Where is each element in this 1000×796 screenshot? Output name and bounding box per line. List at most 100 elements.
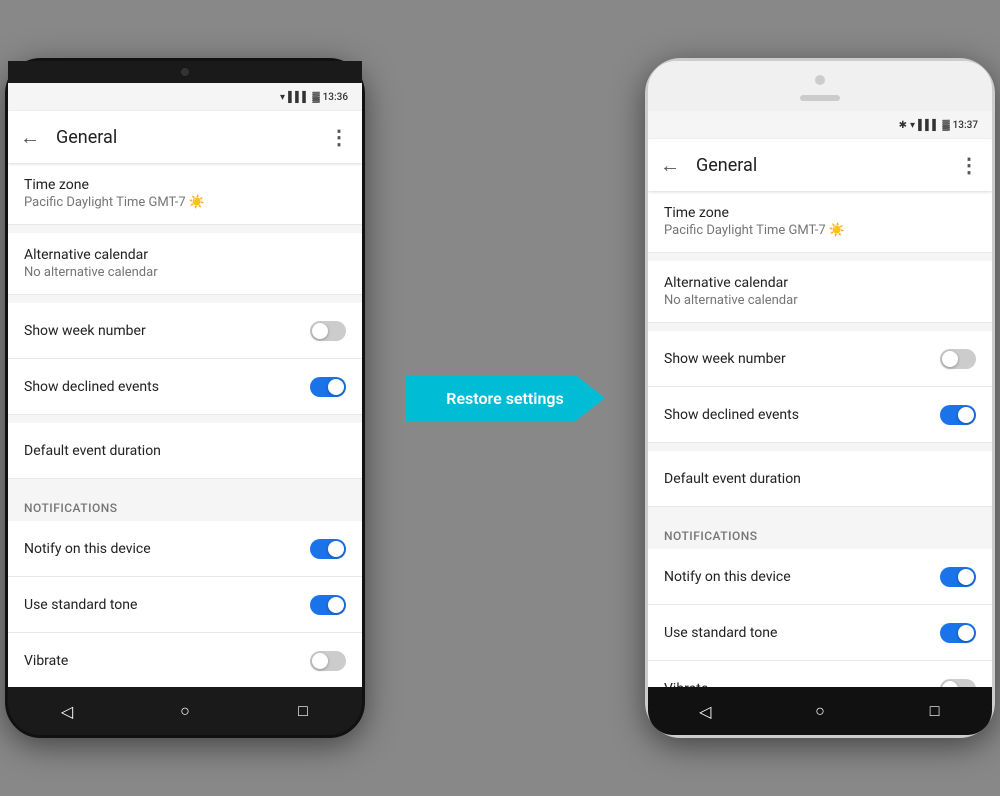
- standard-tone-label-2: Use standard tone: [664, 625, 777, 641]
- show-declined-thumb-2: [958, 407, 974, 423]
- alt-calendar-value-2: No alternative calendar: [664, 293, 798, 308]
- standard-tone-thumb-1: [328, 597, 344, 613]
- vibrate-thumb-1: [312, 653, 328, 669]
- vibrate-item-1[interactable]: Vibrate: [8, 633, 362, 687]
- show-week-label-1: Show week number: [24, 323, 146, 339]
- notify-device-toggle-2[interactable]: [940, 567, 976, 587]
- show-declined-toggle-1[interactable]: [310, 377, 346, 397]
- show-week-thumb-1: [312, 323, 328, 339]
- notify-device-item-2[interactable]: Notify on this device: [648, 549, 992, 605]
- time-2: 13:37: [953, 120, 978, 131]
- standard-tone-item-1[interactable]: Use standard tone: [8, 577, 362, 633]
- standard-tone-toggle-1[interactable]: [310, 595, 346, 615]
- default-event-item-1[interactable]: Default event duration: [8, 423, 362, 479]
- vibrate-item-2[interactable]: Vibrate: [648, 661, 992, 687]
- battery-icon-1: ▓: [312, 92, 319, 103]
- show-week-label-2: Show week number: [664, 351, 786, 367]
- nav-back-2[interactable]: ◁: [693, 699, 717, 723]
- show-declined-item-1[interactable]: Show declined events: [8, 359, 362, 415]
- page-title-2: General: [696, 155, 943, 176]
- nav-back-1[interactable]: ◁: [55, 699, 79, 723]
- time-zone-label-1: Time zone: [24, 177, 205, 193]
- alt-calendar-value-1: No alternative calendar: [24, 265, 158, 280]
- time-zone-text-1: Time zone Pacific Daylight Time GMT-7 ☀️: [24, 177, 205, 210]
- divider-1a: [8, 225, 362, 233]
- show-declined-item-2[interactable]: Show declined events: [648, 387, 992, 443]
- bottom-nav-2: ◁ ○ □: [648, 687, 992, 735]
- notify-device-label-1: Notify on this device: [24, 541, 151, 557]
- show-week-item-1[interactable]: Show week number: [8, 303, 362, 359]
- vibrate-label-1: Vibrate: [24, 653, 68, 669]
- standard-tone-thumb-2: [958, 625, 974, 641]
- status-bar-2: ✱ ▾ ▌▌▌ ▓ 13:37: [648, 111, 992, 139]
- nav-recent-1[interactable]: □: [291, 699, 315, 723]
- show-declined-label-2: Show declined events: [664, 407, 799, 423]
- default-event-label-1: Default event duration: [24, 443, 161, 459]
- divider-1b: [8, 295, 362, 303]
- divider-2b: [648, 323, 992, 331]
- phone-top-2: [648, 61, 992, 111]
- phone-2: ✱ ▾ ▌▌▌ ▓ 13:37 ← General ⋮ Time zone Pa…: [645, 58, 995, 738]
- vibrate-toggle-1[interactable]: [310, 651, 346, 671]
- page-title-1: General: [56, 127, 313, 148]
- camera-dot-2: [815, 75, 825, 85]
- settings-content-1: Time zone Pacific Daylight Time GMT-7 ☀️…: [8, 163, 362, 687]
- divider-2d: [648, 507, 992, 515]
- restore-button[interactable]: Restore settings: [405, 375, 605, 422]
- speaker-2: [800, 95, 840, 101]
- notify-device-label-2: Notify on this device: [664, 569, 791, 585]
- standard-tone-item-2[interactable]: Use standard tone: [648, 605, 992, 661]
- time-zone-value-2: Pacific Daylight Time GMT-7 ☀️: [664, 223, 845, 238]
- more-button-2[interactable]: ⋮: [959, 153, 980, 177]
- alt-calendar-item-1[interactable]: Alternative calendar No alternative cale…: [8, 233, 362, 295]
- app-bar-2: ← General ⋮: [648, 139, 992, 191]
- battery-icon-2: ▓: [942, 120, 949, 131]
- standard-tone-toggle-2[interactable]: [940, 623, 976, 643]
- signal-icon-2: ▌▌▌: [918, 120, 939, 131]
- bottom-nav-1: ◁ ○ □: [8, 687, 362, 735]
- vibrate-toggle-2[interactable]: [940, 679, 976, 688]
- time-zone-value-1: Pacific Daylight Time GMT-7 ☀️: [24, 195, 205, 210]
- back-button-1[interactable]: ←: [20, 125, 40, 150]
- app-bar-1: ← General ⋮: [8, 111, 362, 163]
- screen-1: ▾ ▌▌▌ ▓ 13:36 ← General ⋮ Time zone Paci…: [8, 83, 362, 687]
- show-declined-label-1: Show declined events: [24, 379, 159, 395]
- time-1: 13:36: [323, 92, 348, 103]
- divider-1c: [8, 415, 362, 423]
- screen-2: ✱ ▾ ▌▌▌ ▓ 13:37 ← General ⋮ Time zone Pa…: [648, 111, 992, 687]
- status-icons-2: ✱ ▾ ▌▌▌ ▓ 13:37: [899, 120, 978, 131]
- divider-1d: [8, 479, 362, 487]
- show-week-toggle-1[interactable]: [310, 321, 346, 341]
- notifications-header-1: Notifications: [8, 487, 362, 521]
- time-zone-item-1[interactable]: Time zone Pacific Daylight Time GMT-7 ☀️: [8, 163, 362, 225]
- notify-device-toggle-1[interactable]: [310, 539, 346, 559]
- bluetooth-icon-2: ✱: [899, 120, 907, 131]
- alt-calendar-item-2[interactable]: Alternative calendar No alternative cale…: [648, 261, 992, 323]
- show-week-toggle-2[interactable]: [940, 349, 976, 369]
- default-event-item-2[interactable]: Default event duration: [648, 451, 992, 507]
- notify-device-item-1[interactable]: Notify on this device: [8, 521, 362, 577]
- restore-arrow-container: Restore settings: [405, 375, 605, 422]
- time-zone-label-2: Time zone: [664, 205, 845, 221]
- back-button-2[interactable]: ←: [660, 153, 680, 178]
- nav-recent-2[interactable]: □: [923, 699, 947, 723]
- more-button-1[interactable]: ⋮: [329, 125, 350, 149]
- notifications-header-2: Notifications: [648, 515, 992, 549]
- standard-tone-label-1: Use standard tone: [24, 597, 137, 613]
- show-week-thumb-2: [942, 351, 958, 367]
- show-declined-thumb-1: [328, 379, 344, 395]
- divider-2a: [648, 253, 992, 261]
- nav-home-1[interactable]: ○: [173, 699, 197, 723]
- alt-calendar-text-2: Alternative calendar No alternative cale…: [664, 275, 798, 308]
- time-zone-item-2[interactable]: Time zone Pacific Daylight Time GMT-7 ☀️: [648, 191, 992, 253]
- show-week-item-2[interactable]: Show week number: [648, 331, 992, 387]
- time-zone-text-2: Time zone Pacific Daylight Time GMT-7 ☀️: [664, 205, 845, 238]
- divider-2c: [648, 443, 992, 451]
- status-bar-1: ▾ ▌▌▌ ▓ 13:36: [8, 83, 362, 111]
- phone-1: ▾ ▌▌▌ ▓ 13:36 ← General ⋮ Time zone Paci…: [5, 58, 365, 738]
- notify-device-thumb-2: [958, 569, 974, 585]
- nav-home-2[interactable]: ○: [808, 699, 832, 723]
- vibrate-thumb-2: [942, 681, 958, 688]
- show-declined-toggle-2[interactable]: [940, 405, 976, 425]
- wifi-icon-2: ▾: [910, 120, 915, 131]
